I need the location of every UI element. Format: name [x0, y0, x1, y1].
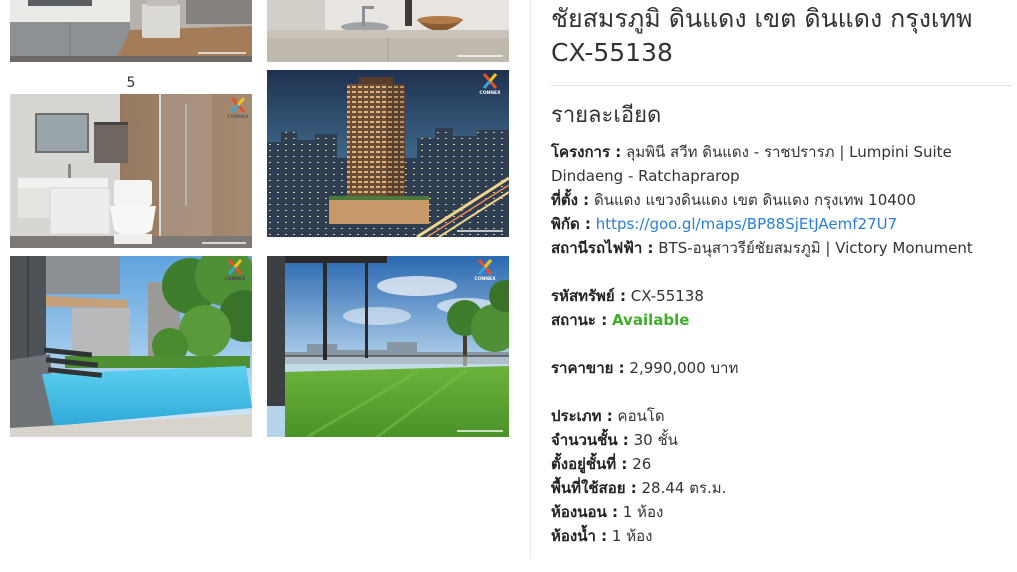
sink-photo-art	[267, 0, 509, 62]
gallery-photo-rooftop-garden[interactable]: CONNEX	[267, 256, 509, 437]
detail-value: 30 ชั้น	[633, 431, 678, 449]
svg-text:CONNEX: CONNEX	[474, 276, 496, 282]
listing-title: ชัยสมรภูมิ ดินแดง เขต ดินแดง กรุงเทพ CX-…	[551, 4, 973, 67]
detail-value: CX-55138	[630, 287, 704, 305]
bathroom-photo-art: CONNEX	[10, 94, 252, 248]
detail-value: BTS-อนุสาวรีย์ชัยสมรภูมิ | Victory Monum…	[658, 239, 973, 257]
detail-row-address: ที่ตั้ง : ดินแดง แขวงดินแดง เขต ดินแดง ก…	[551, 188, 1013, 212]
gallery-photo-kitchen[interactable]	[10, 0, 252, 62]
detail-label: พิกัด :	[551, 215, 591, 233]
detail-row-bathrooms: ห้องน้ำ : 1 ห้อง	[551, 524, 1013, 548]
detail-label: ห้องนอน :	[551, 503, 618, 521]
detail-label: ตั้งอยู่ชั้นที่ :	[551, 455, 628, 473]
svg-text:CONNEX: CONNEX	[227, 114, 249, 120]
detail-value: 2,990,000 บาท	[629, 359, 739, 377]
detail-row-total-floors: จำนวนชั้น : 30 ชั้น	[551, 428, 1013, 452]
detail-value: 28.44 ตร.ม.	[641, 479, 727, 497]
map-link[interactable]: https://goo.gl/maps/BP88SjEtJAemf27U7	[596, 215, 897, 233]
gallery-caption: 5	[126, 75, 136, 91]
svg-text:CONNEX: CONNEX	[224, 276, 246, 282]
gallery-photo-pool[interactable]: CONNEX	[10, 256, 252, 437]
gallery-photo-bathroom[interactable]: CONNEX	[10, 94, 252, 248]
price-group: ราคาขาย : 2,990,000 บาท	[551, 356, 1013, 380]
detail-row-project: โครงการ : ลุมพินี สวีท ดินแดง - ราชปรารภ…	[551, 140, 1013, 188]
kitchen-photo-art	[10, 0, 252, 62]
detail-label: ที่ตั้ง :	[551, 191, 590, 209]
detail-value: คอนโด	[617, 407, 665, 425]
detail-label: จำนวนชั้น :	[551, 431, 629, 449]
detail-row-sale-price: ราคาขาย : 2,990,000 บาท	[551, 356, 1013, 380]
detail-label: ประเภท :	[551, 407, 613, 425]
detail-value: 1 ห้อง	[622, 503, 664, 521]
detail-row-bedrooms: ห้องนอน : 1 ห้อง	[551, 500, 1013, 524]
detail-value: 26	[632, 455, 652, 473]
details-list: โครงการ : ลุมพินี สวีท ดินแดง - ราชปรารภ…	[551, 140, 1013, 572]
rooftop-photo-art: CONNEX	[267, 256, 509, 437]
detail-row-usable-area: พื้นที่ใช้สอย : 28.44 ตร.ม.	[551, 476, 1013, 500]
details-heading: รายละเอียด	[551, 103, 662, 128]
listing-panel: ชัยสมรภูมิ ดินแดง เขต ดินแดง กรุงเทพ CX-…	[551, 0, 1013, 559]
detail-label: สถานะ :	[551, 311, 608, 329]
column-divider	[530, 0, 531, 559]
gallery-photo-building[interactable]: CONNEX	[267, 70, 509, 237]
detail-value: 1 ห้อง	[611, 527, 653, 545]
detail-label: พื้นที่ใช้สอย :	[551, 479, 637, 497]
detail-label: รหัสทรัพย์ :	[551, 287, 626, 305]
detail-row-train-station: สถานีรถไฟฟ้า : BTS-อนุสาวรีย์ชัยสมรภูมิ …	[551, 236, 1013, 260]
unit-specs-group: ประเภท : คอนโด จำนวนชั้น : 30 ชั้น ตั้งอ…	[551, 404, 1013, 548]
detail-row-map-link: พิกัด : https://goo.gl/maps/BP88SjEtJAem…	[551, 212, 1013, 236]
gallery-photo-sink[interactable]	[267, 0, 509, 62]
detail-label: ห้องน้ำ :	[551, 527, 608, 545]
detail-row-unit-floor: ตั้งอยู่ชั้นที่ : 26	[551, 452, 1013, 476]
detail-label: สถานีรถไฟฟ้า :	[551, 239, 654, 257]
detail-label: ราคาขาย :	[551, 359, 625, 377]
detail-row-property-type: ประเภท : คอนโด	[551, 404, 1013, 428]
location-group: โครงการ : ลุมพินี สวีท ดินแดง - ราชปรารภ…	[551, 140, 1013, 260]
svg-text:CONNEX: CONNEX	[479, 90, 501, 96]
building-photo-art: CONNEX	[267, 70, 509, 237]
detail-value: ดินแดง แขวงดินแดง เขต ดินแดง กรุงเทพ 104…	[593, 191, 916, 209]
detail-row-status: สถานะ : Available	[551, 308, 1013, 332]
code-status-group: รหัสทรัพย์ : CX-55138 สถานะ : Available	[551, 284, 1013, 332]
status-badge: Available	[611, 311, 690, 329]
title-divider	[551, 85, 1013, 86]
pool-photo-art: CONNEX	[10, 256, 252, 437]
detail-label: โครงการ :	[551, 143, 622, 161]
detail-row-property-code: รหัสทรัพย์ : CX-55138	[551, 284, 1013, 308]
